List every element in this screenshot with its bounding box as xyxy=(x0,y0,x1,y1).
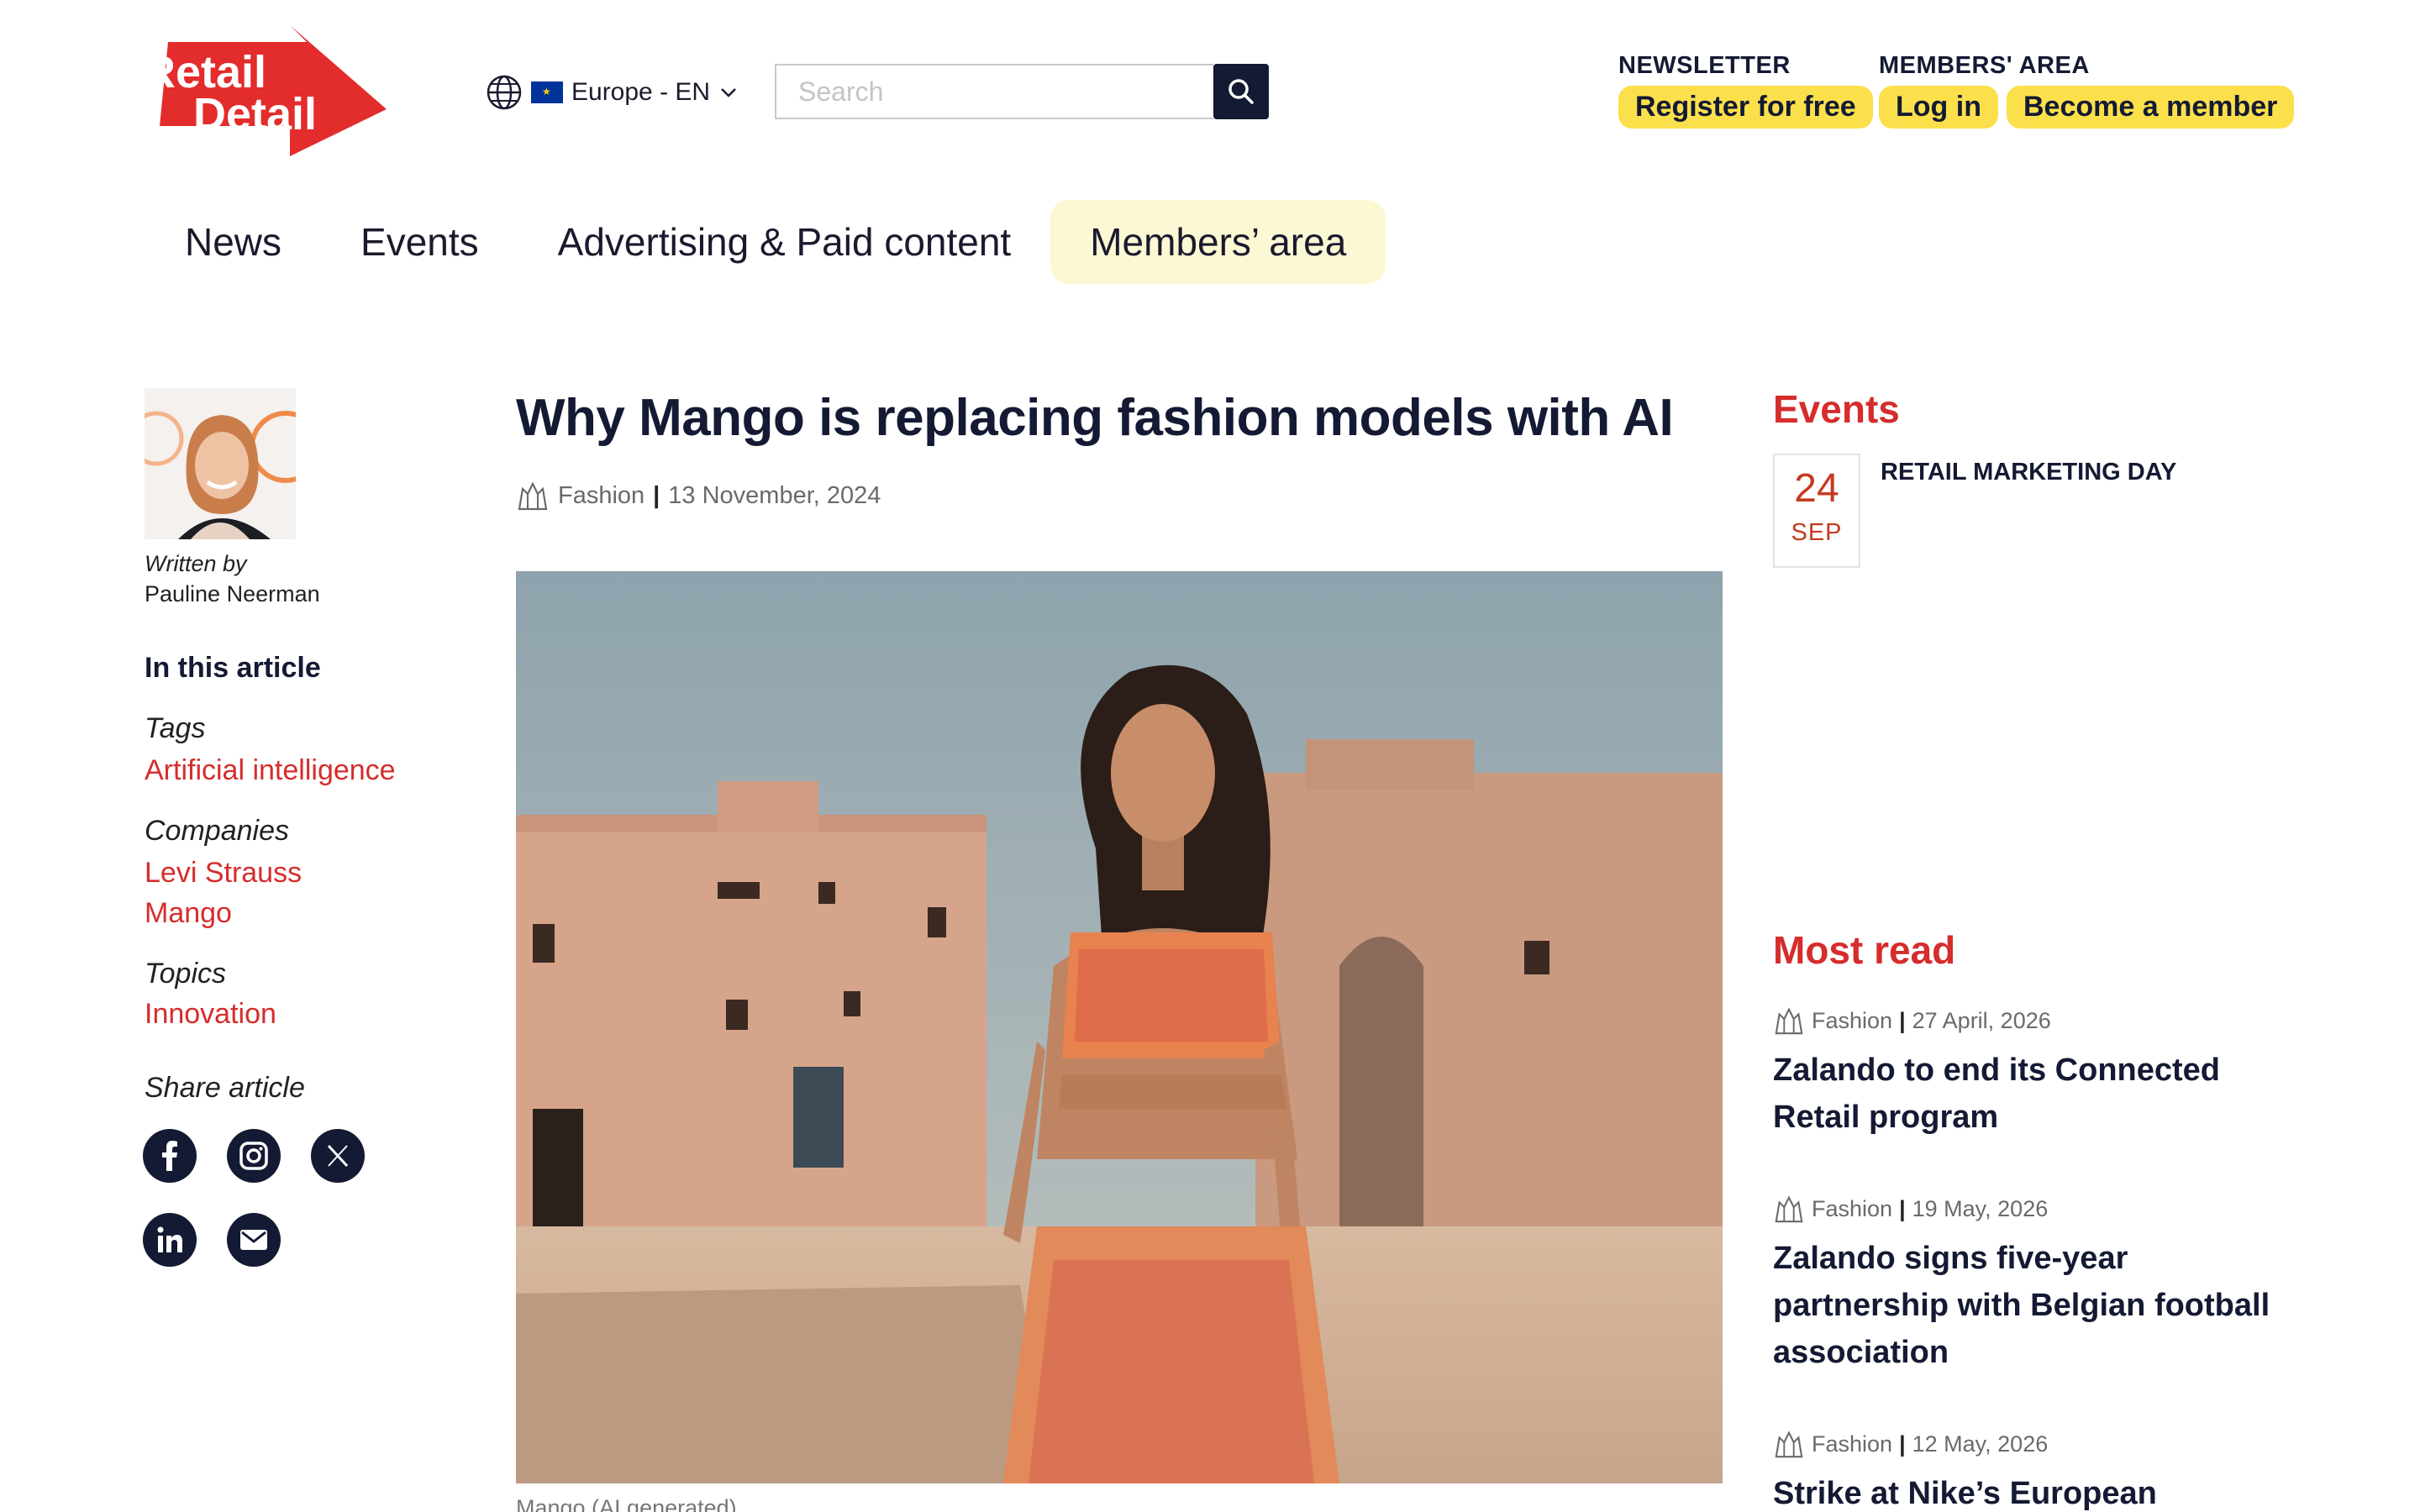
fashion-category-icon xyxy=(1775,1195,1803,1223)
members-area-heading: MEMBERS' AREA xyxy=(1879,52,2090,79)
share-linkedin-button[interactable] xyxy=(143,1213,197,1267)
meta-separator: | xyxy=(1899,1431,1906,1457)
author-name[interactable]: Pauline Neerman xyxy=(145,581,320,607)
register-button[interactable]: Register for free xyxy=(1618,86,1873,129)
logo-text-detail: Detail xyxy=(193,89,317,139)
globe-icon xyxy=(487,75,522,110)
most-read-meta: Fashion | 12 May, 2026 xyxy=(1773,1428,2048,1460)
nav-item-news[interactable]: News xyxy=(160,200,321,284)
most-read-category[interactable]: Fashion xyxy=(1812,1008,1892,1034)
eu-flag-icon xyxy=(531,81,563,103)
company-link[interactable]: Mango xyxy=(145,897,232,930)
most-read-category[interactable]: Fashion xyxy=(1812,1431,1892,1457)
article-title: Why Mango is replacing fashion models wi… xyxy=(516,389,1674,447)
nav-item-events[interactable]: Events xyxy=(321,200,518,284)
article-hero-image xyxy=(516,571,1723,1483)
written-by-label: Written by xyxy=(145,551,247,576)
most-read-heading: Most read xyxy=(1773,928,1956,972)
main-navigation: News Events Advertising & Paid content M… xyxy=(160,200,1386,284)
meta-separator: | xyxy=(653,481,660,509)
search-bar xyxy=(775,64,1269,119)
share-article-label: Share article xyxy=(145,1072,305,1104)
most-read-category[interactable]: Fashion xyxy=(1812,1196,1892,1222)
meta-separator: | xyxy=(1899,1007,1906,1033)
tag-link[interactable]: Artificial intelligence xyxy=(145,754,396,787)
event-month: SEP xyxy=(1791,519,1843,546)
most-read-meta: Fashion | 27 April, 2026 xyxy=(1773,1005,2051,1037)
most-read-title-link[interactable]: Zalando signs five-year partnership with… xyxy=(1773,1235,2277,1376)
most-read-date: 12 May, 2026 xyxy=(1912,1431,2049,1457)
event-day: 24 xyxy=(1794,466,1839,511)
most-read-title-link[interactable]: Zalando to end its Connected Retail prog… xyxy=(1773,1047,2277,1141)
facebook-icon xyxy=(162,1141,177,1171)
become-member-button[interactable]: Become a member xyxy=(2007,86,2295,129)
most-read-title-link[interactable]: Strike at Nike’s European xyxy=(1773,1470,2277,1512)
article-category[interactable]: Fashion xyxy=(558,482,644,510)
image-caption: Mango (AI generated) xyxy=(516,1495,737,1512)
search-button[interactable] xyxy=(1213,64,1269,119)
meta-separator: | xyxy=(1899,1195,1906,1221)
chevron-down-icon xyxy=(721,88,736,97)
events-heading: Events xyxy=(1773,387,1900,431)
fashion-category-icon xyxy=(1775,1431,1803,1458)
newsletter-heading: NEWSLETTER xyxy=(1618,52,1791,79)
article-meta: Fashion | 13 November, 2024 xyxy=(516,479,881,512)
search-input[interactable] xyxy=(775,64,1213,119)
event-date-badge: 24 SEP xyxy=(1773,454,1860,568)
share-email-button[interactable] xyxy=(227,1213,281,1267)
x-icon xyxy=(327,1144,349,1168)
region-selector[interactable]: Europe - EN xyxy=(486,72,739,113)
companies-label: Companies xyxy=(145,815,289,847)
company-link[interactable]: Levi Strauss xyxy=(145,857,302,890)
login-button[interactable]: Log in xyxy=(1879,86,1998,129)
share-instagram-button[interactable] xyxy=(227,1129,281,1183)
most-read-meta: Fashion | 19 May, 2026 xyxy=(1773,1193,2048,1225)
share-facebook-button[interactable] xyxy=(143,1129,197,1183)
author-photo xyxy=(145,388,296,539)
linkedin-icon xyxy=(157,1226,182,1252)
article-date: 13 November, 2024 xyxy=(668,481,881,509)
most-read-date: 19 May, 2026 xyxy=(1912,1195,2049,1221)
share-x-button[interactable] xyxy=(311,1129,365,1183)
event-title-link[interactable]: RETAIL MARKETING DAY xyxy=(1881,459,2176,486)
instagram-icon xyxy=(239,1142,268,1170)
in-this-article-heading: In this article xyxy=(145,652,321,684)
email-icon xyxy=(240,1230,267,1250)
search-icon xyxy=(1228,79,1254,104)
nav-item-members-area[interactable]: Members’ area xyxy=(1050,200,1386,284)
fashion-category-icon xyxy=(518,481,548,511)
topic-link[interactable]: Innovation xyxy=(145,998,276,1031)
tags-label: Tags xyxy=(145,712,206,744)
most-read-date: 27 April, 2026 xyxy=(1912,1007,2051,1033)
fashion-category-icon xyxy=(1775,1007,1803,1035)
region-label: Europe - EN xyxy=(571,78,711,106)
retaildetail-logo[interactable]: Retail Detail xyxy=(143,25,387,156)
topics-label: Topics xyxy=(145,958,227,990)
nav-item-advertising[interactable]: Advertising & Paid content xyxy=(518,200,1051,284)
